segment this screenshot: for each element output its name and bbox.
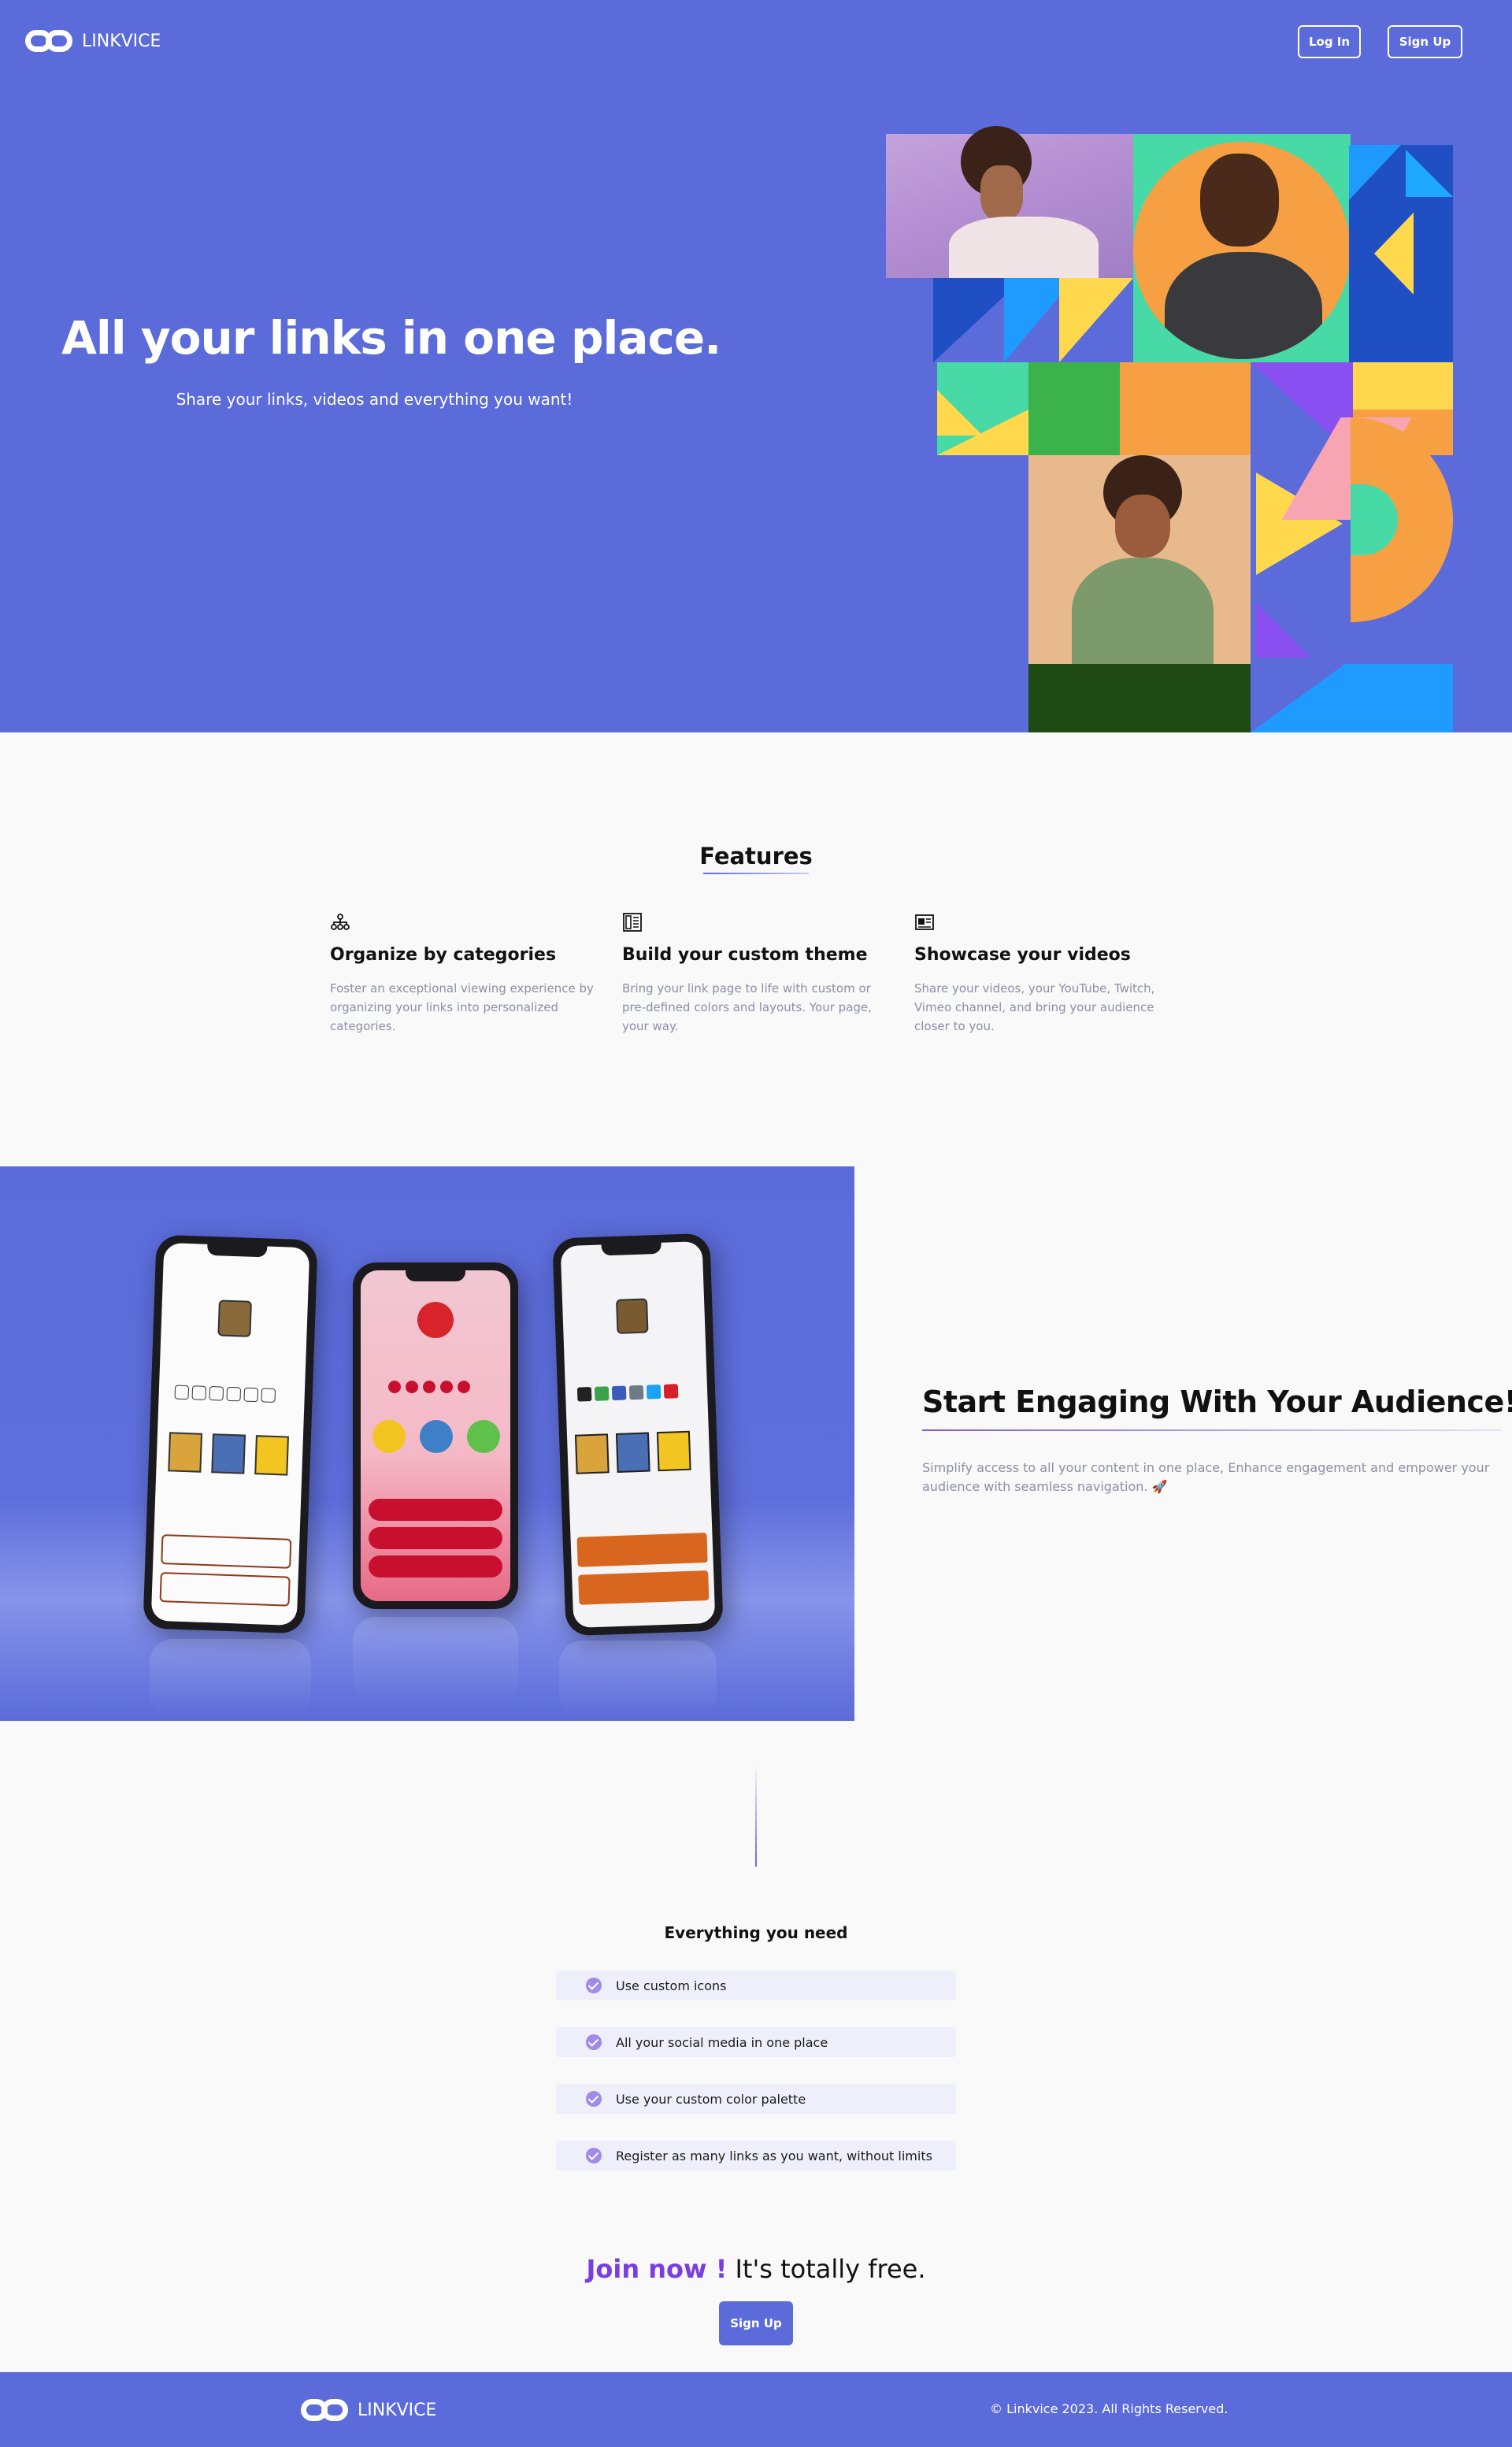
need-item-label: Register as many links as you want, with… [616,2148,932,2163]
woman-with-phone-photo [1028,455,1251,664]
need-list-item: All your social media in one place [556,2027,956,2057]
check-circle-icon [586,2034,602,2050]
feature-text: Bring your link page to life with custom… [622,981,872,1033]
need-list-item: Register as many links as you want, with… [556,2141,956,2171]
phone-mockup [143,1234,318,1634]
feature-card: Showcase your videos Share your videos, … [914,912,1182,1036]
engage-text: Simplify access to all your content in o… [922,1460,1490,1494]
brand-logo[interactable]: LINKVICE [25,27,161,55]
need-list-item: Use your custom color palette [556,2084,956,2114]
need-item-label: Use custom icons [616,1978,727,1993]
join-heading: Join now ! It's totally free. [0,2254,1512,2284]
hero-section: LINKVICE Log In Sign Up All your links i… [0,0,1512,732]
brand-name: LINKVICE [82,31,161,51]
phone-mockup [552,1233,724,1637]
need-title: Everything you need [664,1923,848,1942]
feature-card: Organize by categories Foster an excepti… [330,912,598,1036]
woman-photo [886,126,1133,287]
join-signup-button[interactable]: Sign Up [719,2301,793,2345]
login-button[interactable]: Log In [1298,25,1361,58]
footer-logo[interactable]: LINKVICE [301,2396,436,2424]
chain-link-icon [301,2396,351,2424]
newspaper-icon [623,913,642,932]
check-circle-icon [586,1978,602,1993]
features-title: Features [699,843,813,869]
man-photo [1133,142,1351,359]
need-item-label: Use your custom color palette [616,2091,806,2107]
phone-mockup [353,1262,518,1609]
feature-title: Showcase your videos [914,945,1131,965]
need-list-item: Use custom icons [556,1971,956,2000]
chain-link-icon [25,27,76,55]
section-divider [755,1764,757,1867]
join-rest: It's totally free. [735,2254,926,2284]
engage-underline [922,1429,1501,1431]
sitemap-icon [331,914,350,930]
engage-title: Start Engaging With Your Audience! [922,1385,1512,1419]
brand-name: LINKVICE [358,2400,437,2420]
hero-collage-image [886,126,1453,732]
copyright-text: © Linkvice 2023. All Rights Reserved. [990,2401,1228,2416]
need-item-label: All your social media in one place [616,2034,828,2050]
join-accent: Join now ! [586,2254,728,2284]
feature-title: Organize by categories [330,945,557,965]
check-circle-icon [586,2148,602,2163]
video-card-icon [915,914,934,930]
feature-card: Build your custom theme Bring your link … [622,912,890,1036]
footer: LINKVICE © Linkvice 2023. All Rights Res… [0,2372,1512,2447]
signup-button[interactable]: Sign Up [1388,25,1462,58]
check-circle-icon [586,2091,602,2107]
hero-subtitle: Share your links, videos and everything … [176,390,573,409]
hero-title: All your links in one place. [61,311,721,365]
phones-mockup-image [0,1166,854,1721]
feature-text: Share your videos, your YouTube, Twitch,… [914,981,1155,1033]
features-underline [703,873,809,874]
feature-title: Build your custom theme [622,945,868,965]
feature-text: Foster an exceptional viewing experience… [330,981,594,1033]
